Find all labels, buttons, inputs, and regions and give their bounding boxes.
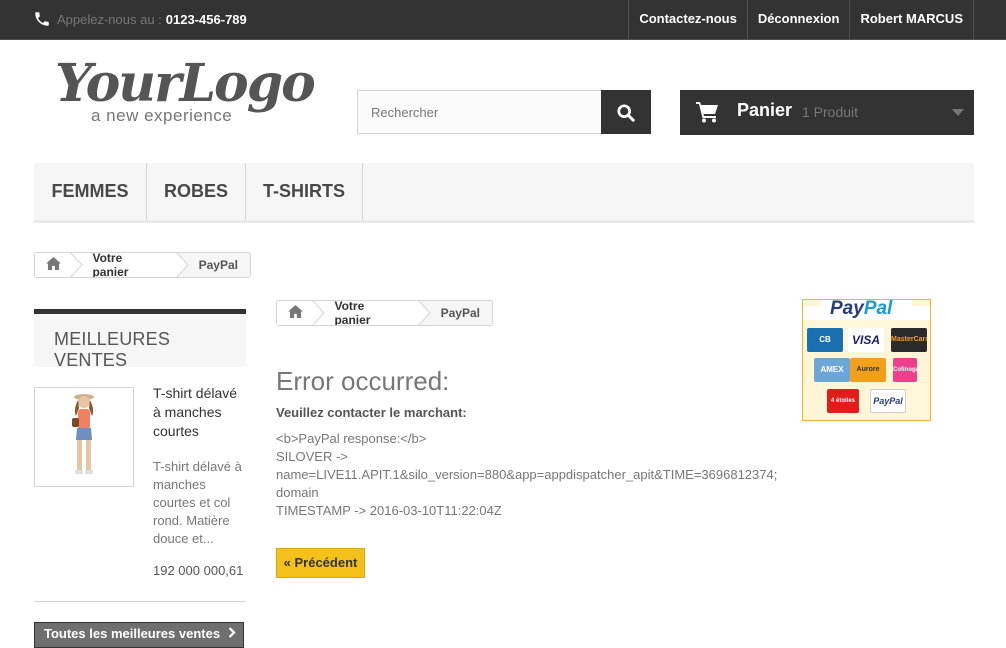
menu-item-femmes[interactable]: FEMMES — [34, 163, 147, 220]
paypal-logo-pay: Pay — [830, 298, 864, 319]
search-icon — [617, 104, 635, 127]
chevron-down-icon — [952, 109, 964, 116]
site-logo[interactable]: YourLogo a new experience — [55, 53, 316, 132]
error-line: <b>PayPal response:</b> — [276, 431, 427, 446]
visa-card-icon: VISA — [848, 328, 884, 352]
all-bestsellers-button[interactable]: Toutes les meilleures ventes — [34, 622, 244, 648]
phone-label: Appelez-nous au : — [57, 11, 162, 27]
breadcrumb-secondary: Votre panier PayPal — [276, 300, 493, 326]
search-box — [357, 90, 651, 134]
amex-card-icon: AMEX — [814, 358, 850, 382]
paypal-card-icon: PayPal — [870, 389, 906, 413]
bestsellers-block-header: MEILLEURES VENTES — [34, 309, 246, 370]
breadcrumb: Votre panier PayPal — [34, 252, 251, 278]
menu-item-tshirts[interactable]: T-SHIRTS — [246, 163, 363, 220]
product-name[interactable]: T-shirt délavé à manches courtes — [153, 384, 248, 441]
breadcrumb-cart-label: Votre panier — [334, 300, 371, 326]
home-icon — [288, 305, 304, 321]
all-bestsellers-label: Toutes les meilleures ventes — [44, 626, 221, 641]
previous-button[interactable]: « Précédent — [276, 548, 365, 578]
chevron-right-icon — [228, 623, 236, 645]
product-image — [72, 394, 94, 474]
sidebar-divider — [34, 601, 246, 602]
breadcrumb-cart-link[interactable]: Votre panier — [70, 252, 177, 278]
breadcrumb-current-secondary: PayPal — [417, 301, 492, 325]
search-input[interactable] — [358, 91, 600, 133]
quatre-etoiles-card-icon: 4 étoiles — [827, 389, 859, 413]
cart-count: 1 Produit — [802, 104, 859, 120]
account-link[interactable]: Robert MARCUS — [849, 0, 974, 40]
error-details: <b>PayPal response:</b> SILOVER -> name=… — [276, 430, 786, 520]
phone-number: 0123-456-789 — [165, 11, 247, 27]
error-line: TIMESTAMP -> 2016-03-10T11:22:04Z — [276, 503, 502, 518]
breadcrumb-cart-label: Votre panier — [92, 252, 129, 278]
aurore-card-icon: Aurore — [850, 358, 886, 382]
breadcrumb-cart-link-secondary[interactable]: Votre panier — [312, 300, 419, 326]
logo-title: YourLogo — [55, 53, 316, 114]
menu-item-robes[interactable]: ROBES — [147, 163, 246, 220]
paypal-badge: PayPal CB VISA MasterCard AMEX Aurore Co… — [802, 298, 931, 421]
cart-button[interactable]: Panier 1 Produit — [680, 90, 974, 135]
paypal-logo: PayPal — [830, 298, 892, 320]
phone-icon — [33, 10, 51, 28]
error-title: Error occurred: — [276, 366, 450, 396]
bestsellers-title[interactable]: MEILLEURES VENTES — [54, 329, 246, 371]
logout-link[interactable]: Déconnexion — [746, 0, 850, 40]
paypal-logo-pal: Pal — [863, 298, 893, 319]
contact-link[interactable]: Contactez-nous — [628, 0, 747, 40]
cart-label: Panier — [737, 100, 793, 120]
cb-card-icon: CB — [807, 328, 843, 352]
error-contact-message: Veuillez contacter le marchant: — [276, 405, 467, 420]
error-line: name=LIVE11.APIT.1&silo_version=880&app=… — [276, 467, 778, 482]
product-price: 192 000 000,61 — [153, 563, 244, 578]
error-line: SILOVER -> — [276, 449, 348, 464]
logo-tagline: a new experience — [91, 106, 233, 125]
breadcrumb-current: PayPal — [175, 253, 250, 277]
cofinoga-card-icon: Cofinoga — [893, 358, 917, 382]
home-icon — [46, 257, 62, 273]
breadcrumb-current-label: PayPal — [440, 306, 480, 320]
error-line: domain — [276, 485, 319, 500]
search-button[interactable] — [601, 90, 651, 134]
product-description: T-shirt délavé à manches courtes et col … — [153, 459, 242, 546]
top-nav: Contactez-nous Déconnexion Robert MARCUS — [628, 0, 974, 40]
home-link-secondary[interactable] — [277, 301, 315, 325]
home-link[interactable] — [35, 253, 73, 277]
cart-icon — [696, 101, 720, 128]
breadcrumb-current-label: PayPal — [198, 258, 238, 272]
product-thumbnail[interactable] — [34, 387, 134, 487]
phone-info: Appelez-nous au : 0123-456-789 — [33, 10, 247, 28]
main-menu: FEMMES ROBES T-SHIRTS — [34, 163, 974, 223]
mastercard-icon: MasterCard — [891, 328, 927, 352]
